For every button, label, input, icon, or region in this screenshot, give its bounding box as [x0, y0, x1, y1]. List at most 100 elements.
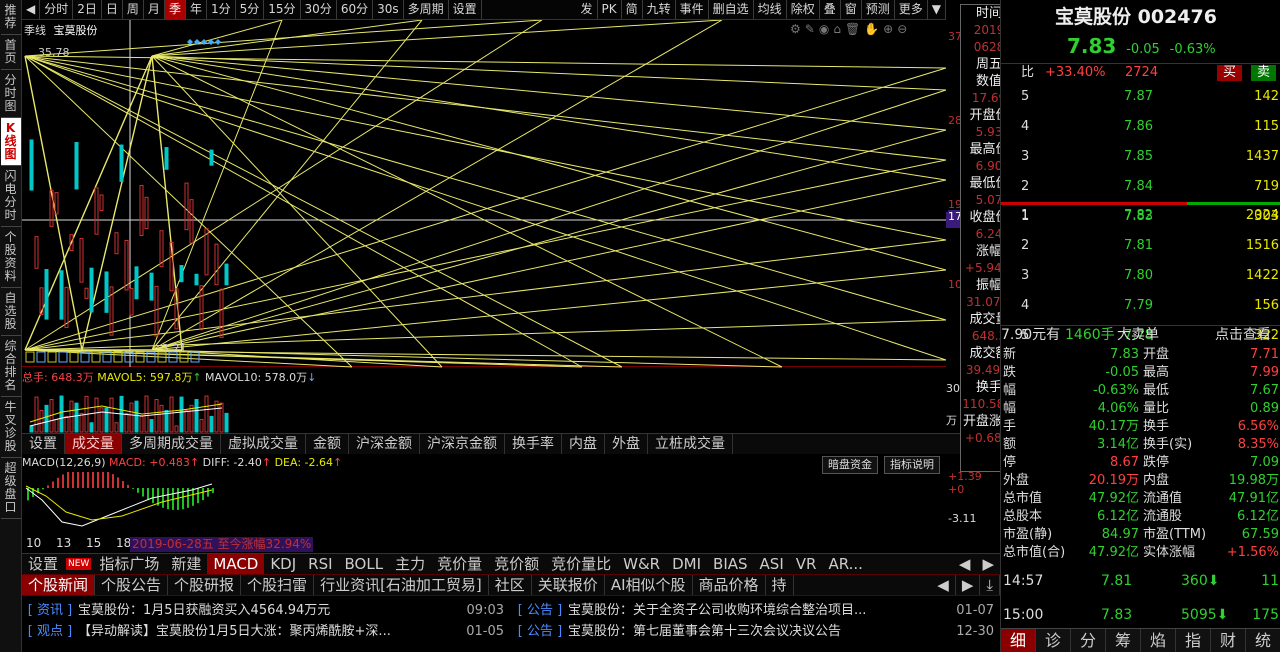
- book-row[interactable]: 2 7.81 1516: [1001, 237, 1280, 255]
- period-6[interactable]: 年: [186, 0, 207, 19]
- period-7[interactable]: 1分: [207, 0, 236, 19]
- eye-icon[interactable]: ◉: [819, 22, 829, 36]
- indicator-tab-1[interactable]: 指标广场: [93, 554, 165, 574]
- indicator-tab-4[interactable]: KDJ: [264, 554, 302, 574]
- prev-icon[interactable]: ◀: [953, 554, 977, 574]
- tool-3[interactable]: 九转: [643, 0, 676, 19]
- hand-icon[interactable]: ✋: [864, 22, 879, 36]
- news-tab-0[interactable]: 个股新闻: [22, 575, 96, 595]
- nav-9[interactable]: 超级盘口: [0, 458, 21, 519]
- buy-button[interactable]: 买: [1217, 65, 1243, 81]
- tool-6[interactable]: 均线: [754, 0, 787, 19]
- period-5[interactable]: 季: [164, 0, 186, 19]
- indicator-tab-0[interactable]: 设置: [22, 554, 64, 574]
- period-0[interactable]: 分时: [40, 0, 74, 19]
- quote-tab-1[interactable]: 诊: [1036, 629, 1071, 652]
- indicator-tab-16[interactable]: AR...: [822, 554, 868, 574]
- tool-1[interactable]: PK: [598, 0, 622, 19]
- nav-0[interactable]: 推荐: [0, 0, 21, 35]
- period-9[interactable]: 15分: [264, 0, 301, 19]
- next-icon[interactable]: ▶: [956, 575, 981, 595]
- news-tab-5[interactable]: 社区: [489, 575, 532, 595]
- nav-8[interactable]: 牛叉诊股: [0, 397, 21, 458]
- vol-tab-7[interactable]: 换手率: [505, 434, 562, 454]
- tool-9[interactable]: 窗: [841, 0, 862, 19]
- period-1[interactable]: 2日: [73, 0, 102, 19]
- tool-11[interactable]: 更多: [895, 0, 928, 19]
- vol-tab-1[interactable]: 成交量: [65, 434, 122, 454]
- quote-tab-7[interactable]: 统: [1246, 629, 1280, 652]
- dropdown-icon[interactable]: ▼: [928, 0, 946, 19]
- prev-icon[interactable]: ◀: [931, 575, 956, 595]
- vol-tab-2[interactable]: 多周期成交量: [122, 434, 221, 454]
- quote-tab-4[interactable]: 焰: [1141, 629, 1176, 652]
- book-row[interactable]: 4 7.79 156: [1001, 297, 1280, 315]
- tool-2[interactable]: 简: [622, 0, 643, 19]
- indicator-tab-8[interactable]: 竞价量: [431, 554, 488, 574]
- big-order-link[interactable]: 点击查看: [1215, 326, 1271, 344]
- nav-4[interactable]: 闪电分时: [0, 166, 21, 227]
- volume-chart[interactable]: [22, 382, 946, 434]
- period-13[interactable]: 多周期: [404, 0, 449, 19]
- news-tab-1[interactable]: 个股公告: [95, 575, 169, 595]
- book-row[interactable]: 2 7.84 719: [1001, 178, 1280, 196]
- indicator-tab-3[interactable]: MACD: [207, 554, 265, 574]
- period-10[interactable]: 30分: [301, 0, 337, 19]
- vol-tab-0[interactable]: 设置: [22, 434, 65, 454]
- menu-icon[interactable]: ◀: [22, 0, 41, 19]
- indicator-tab-7[interactable]: 主力: [389, 554, 431, 574]
- period-4[interactable]: 月: [144, 0, 165, 19]
- download-icon[interactable]: ⤓: [980, 575, 1000, 595]
- vol-tab-6[interactable]: 沪深京金额: [420, 434, 505, 454]
- news-tab-4[interactable]: 行业资讯[石油加工贸易]: [314, 575, 489, 595]
- vol-tab-5[interactable]: 沪深金额: [349, 434, 420, 454]
- indicator-tab-11[interactable]: W&R: [617, 554, 666, 574]
- indicator-tab-5[interactable]: RSI: [302, 554, 338, 574]
- period-8[interactable]: 5分: [236, 0, 265, 19]
- book-row[interactable]: 3 7.80 1422: [1001, 267, 1280, 285]
- vol-tab-9[interactable]: 外盘: [605, 434, 648, 454]
- news-tab-7[interactable]: AI相似个股: [605, 575, 693, 595]
- news-tab-3[interactable]: 个股扫雷: [241, 575, 315, 595]
- vol-tab-10[interactable]: 立桩成交量: [648, 434, 733, 454]
- period-3[interactable]: 周: [123, 0, 144, 19]
- nav-3[interactable]: K线图: [0, 118, 21, 166]
- macd-chart[interactable]: [22, 472, 946, 536]
- sell-button[interactable]: 卖: [1251, 65, 1277, 81]
- big-order-row[interactable]: 7.90元有 1460手 大卖单 点击查看: [1001, 325, 1280, 343]
- news-tab-6[interactable]: 关联报价: [532, 575, 605, 595]
- indicator-tab-15[interactable]: VR: [790, 554, 823, 574]
- draw-icon[interactable]: ✎: [805, 22, 815, 36]
- nav-7[interactable]: 综合排名: [0, 336, 21, 397]
- news-tab-2[interactable]: 个股研报: [168, 575, 242, 595]
- period-12[interactable]: 30s: [373, 0, 404, 19]
- tool-0[interactable]: 发: [576, 0, 598, 19]
- book-row[interactable]: 5 7.87 142: [1001, 88, 1280, 106]
- zoom-in-icon[interactable]: ⊕: [883, 22, 893, 36]
- news-item[interactable]: [ 观点 ] 【异动解读】宝莫股份1月5日大涨：聚丙烯酰胺+深... 01-05: [22, 621, 510, 642]
- news-tab-8[interactable]: 商品价格: [693, 575, 766, 595]
- book-row[interactable]: 3 7.85 1437: [1001, 148, 1280, 166]
- news-item[interactable]: [ 公告 ] 宝莫股份：第七届董事会第十三次会议决议公告 12-30: [512, 621, 1000, 642]
- zoom-out-icon[interactable]: ⊖: [897, 22, 907, 36]
- lock-icon[interactable]: ⌂: [833, 22, 841, 36]
- book-row[interactable]: 4 7.86 115: [1001, 118, 1280, 136]
- tool-8[interactable]: 叠: [820, 0, 841, 19]
- tool-7[interactable]: 除权: [787, 0, 820, 19]
- indicator-tab-2[interactable]: 新建: [165, 554, 207, 574]
- news-tab-9[interactable]: 持: [766, 575, 794, 595]
- quote-tab-3[interactable]: 筹: [1106, 629, 1141, 652]
- vol-tab-4[interactable]: 金额: [306, 434, 349, 454]
- tool-5[interactable]: 删自选: [709, 0, 754, 19]
- tool-10[interactable]: 预测: [862, 0, 895, 19]
- indicator-tab-6[interactable]: BOLL: [339, 554, 390, 574]
- nav-1[interactable]: 首页: [0, 35, 21, 70]
- trash-icon[interactable]: 🗑: [845, 22, 860, 36]
- quote-tab-2[interactable]: 分: [1071, 629, 1106, 652]
- nav-6[interactable]: 自选股: [0, 288, 21, 336]
- nav-5[interactable]: 个股资料: [0, 227, 21, 288]
- settings-icon[interactable]: ⚙: [790, 22, 801, 36]
- vol-tab-3[interactable]: 虚拟成交量: [221, 434, 306, 454]
- indicator-tab-12[interactable]: DMI: [666, 554, 707, 574]
- indicator-tab-9[interactable]: 竞价额: [488, 554, 545, 574]
